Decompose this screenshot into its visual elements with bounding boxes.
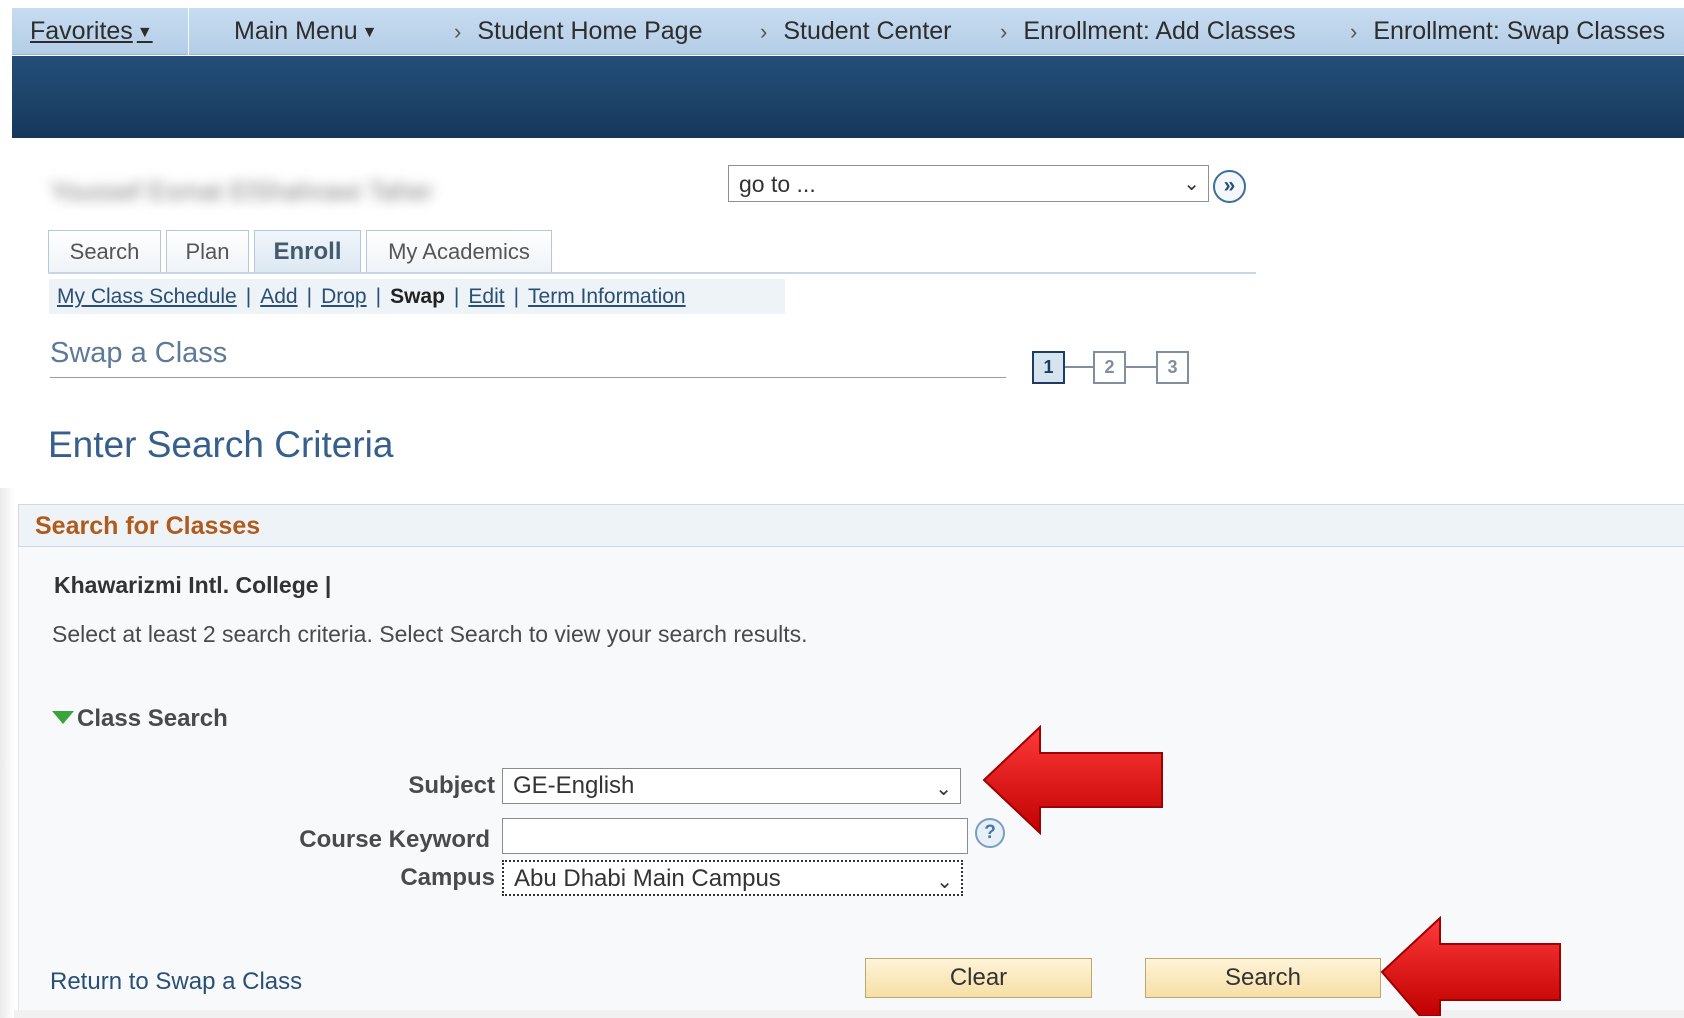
- chevron-down-icon: ⌄: [935, 778, 952, 800]
- campus-select[interactable]: Abu Dhabi Main Campus ⌄: [502, 860, 963, 896]
- top-nav: Favorites ▼ Main Menu ▼ › Student Home Page…: [12, 8, 1684, 55]
- instructions-text: Select at least 2 search criteria. Selec…: [52, 621, 808, 647]
- header-banner: [12, 56, 1684, 138]
- subject-value: GE-English: [513, 772, 635, 799]
- clear-button[interactable]: Clear: [865, 958, 1092, 998]
- breadcrumb-add-classes[interactable]: › Enrollment: Add Classes: [1000, 17, 1296, 46]
- breadcrumb-student-home[interactable]: › Student Home Page: [454, 17, 702, 46]
- panel-header: Search for Classes: [18, 504, 1684, 547]
- breadcrumb-swap-classes[interactable]: › Enrollment: Swap Classes: [1350, 17, 1665, 46]
- section-heading: Enter Search Criteria: [48, 424, 394, 465]
- goto-select[interactable]: go to ... ⌄: [728, 165, 1209, 202]
- class-search-toggle[interactable]: Class Search: [52, 705, 228, 733]
- tabs-underline: [48, 272, 1256, 274]
- tab-plan[interactable]: Plan: [166, 230, 249, 273]
- tab-my-academics[interactable]: My Academics: [366, 230, 552, 273]
- tab-label: Enroll: [273, 238, 342, 265]
- step-indicator-2: 2: [1093, 351, 1126, 384]
- subtab-add[interactable]: Add: [260, 285, 297, 308]
- chevron-down-icon: ⌄: [936, 871, 953, 893]
- breadcrumb-student-center[interactable]: › Student Center: [760, 17, 952, 46]
- tab-search[interactable]: Search: [48, 230, 161, 273]
- subtab-term-information[interactable]: Term Information: [528, 285, 686, 308]
- step-connector: [1126, 366, 1156, 368]
- subtab-edit[interactable]: Edit: [468, 285, 504, 308]
- step-connector: [1065, 366, 1093, 368]
- page: Favorites ▼ Main Menu ▼ › Student Home Page…: [0, 0, 1684, 1018]
- class-search-label: Class Search: [77, 705, 228, 732]
- favorites-menu[interactable]: Favorites ▼: [30, 17, 153, 46]
- panel-title: Search for Classes: [35, 512, 261, 540]
- go-arrow-icon[interactable]: »: [1213, 170, 1246, 203]
- enroll-subnav: My Class Schedule | Add | Drop | Swap | Edit | Ter…: [49, 279, 785, 314]
- tab-label: Search: [69, 239, 140, 264]
- favorites-label: Favorites: [30, 17, 133, 45]
- campus-value: Abu Dhabi Main Campus: [514, 865, 781, 892]
- institution-label: Khawarizmi Intl. College |: [54, 572, 332, 598]
- chevron-down-icon: ▼: [361, 24, 378, 41]
- step-indicator-3: 3: [1156, 351, 1189, 384]
- page-title: Swap a Class: [50, 337, 228, 369]
- nav-divider: [188, 8, 189, 55]
- subtab-swap: Swap: [390, 285, 445, 308]
- goto-value: go to ...: [739, 171, 816, 197]
- tab-enroll[interactable]: Enroll: [254, 230, 361, 273]
- breadcrumb-chevron-icon: ›: [1350, 19, 1358, 44]
- course-keyword-input[interactable]: [502, 818, 968, 854]
- chevron-down-icon: ▼: [136, 24, 153, 41]
- breadcrumb-label: Student Home Page: [477, 17, 703, 45]
- breadcrumb-label: Student Center: [783, 17, 952, 45]
- course-keyword-label: Course Keyword: [299, 826, 490, 853]
- red-arrow-icon: [982, 725, 1163, 835]
- shadow-edge: [0, 488, 14, 1018]
- breadcrumb-label: Enrollment: Add Classes: [1023, 17, 1296, 45]
- tab-label: Plan: [185, 239, 230, 264]
- return-to-swap-link[interactable]: Return to Swap a Class: [50, 968, 302, 996]
- campus-label: Campus: [400, 864, 495, 891]
- breadcrumb-chevron-icon: ›: [454, 19, 462, 44]
- red-arrow-icon: [1380, 916, 1561, 1016]
- breadcrumb-chevron-icon: ›: [1000, 19, 1008, 44]
- subject-label: Subject: [408, 772, 495, 799]
- breadcrumb-label: Enrollment: Swap Classes: [1373, 17, 1666, 45]
- search-button[interactable]: Search: [1145, 958, 1381, 998]
- main-menu[interactable]: Main Menu ▼: [234, 17, 378, 46]
- student-name: Youssef Esmat ElShahrawi Taher: [50, 176, 433, 206]
- subtab-drop[interactable]: Drop: [321, 285, 367, 308]
- chevron-down-icon: ⌄: [1183, 173, 1200, 195]
- step-indicator-1: 1: [1032, 351, 1065, 384]
- triangle-down-icon: [52, 711, 74, 724]
- subject-select[interactable]: GE-English ⌄: [502, 768, 961, 804]
- subtab-my-class-schedule[interactable]: My Class Schedule: [57, 285, 237, 308]
- title-divider: [50, 377, 1006, 378]
- breadcrumb-chevron-icon: ›: [760, 19, 768, 44]
- tab-label: My Academics: [388, 239, 530, 264]
- main-menu-label: Main Menu: [234, 17, 358, 45]
